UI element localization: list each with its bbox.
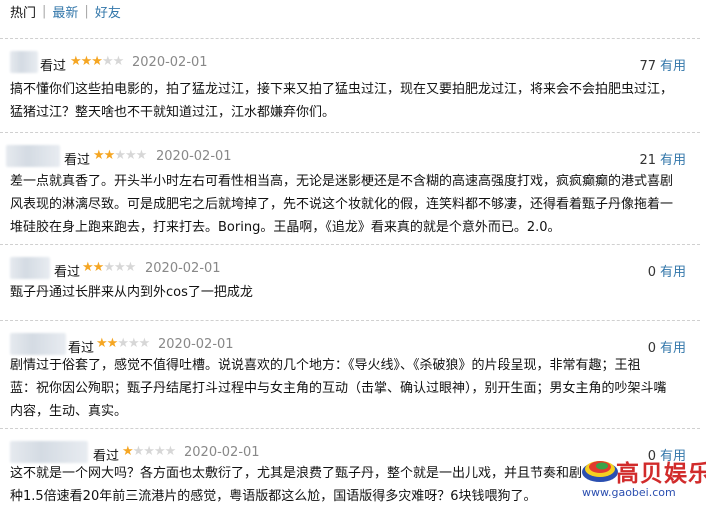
review-meta: 看过 ★★★★★ 2020-02-01 21 有用 (0, 143, 700, 168)
review-meta: 看过 ★★★★★ 2020-02-01 0 有用 (0, 255, 700, 280)
review-text: 差一点就真香了。开头半小时左右可看性相当高，无论是迷影梗还是不含糊的高速高强度打… (10, 170, 682, 239)
gaobei-watermark-logo: 高贝娱乐 www.gaobei.com (580, 450, 706, 508)
star-empty-icon: ★★★ (117, 336, 150, 351)
review-text: 剧情过于俗套了，感觉不值得吐槽。说说喜欢的几个地方：《导火线》、《杀破狼》的片段… (10, 354, 682, 423)
useful-label: 有用 (659, 59, 686, 74)
user-avatar-blurred[interactable] (6, 145, 60, 167)
review-text-line: 内容，生动、真实。 (10, 404, 128, 419)
tab-latest[interactable]: 最新 (52, 2, 78, 21)
review-item: 看过 ★★★★★ 2020-02-01 0 有用 剧情过于俗套了，感觉不值得吐槽。… (0, 320, 700, 423)
watermark-name: 高贝娱乐 (616, 460, 706, 487)
user-avatar-blurred[interactable] (10, 51, 38, 73)
review-text-line: 差一点就真香了。开头半小时左右可看性相当高，无论是迷影梗还是不含糊的高速高强度打… (10, 174, 674, 189)
star-empty-icon: ★★★ (103, 260, 136, 275)
review-text-line: 风表现的淋漓尽致。可是成肥宅之后就垮掉了，先不说这个妆就化的假，连笑料都不够凄，… (10, 197, 674, 212)
review-item: 看过 ★★★★★ 2020-02-01 0 有用 甄子丹通过长胖来从内到外cos了… (0, 244, 700, 315)
rainbow-swirl-icon (582, 461, 618, 482)
star-filled-icon: ★★ (82, 260, 104, 275)
review-date: 2020-02-01 (132, 55, 208, 70)
useful-count: 21 (639, 153, 656, 168)
watermark-url: www.gaobei.com (582, 486, 676, 499)
seen-label: 看过 (64, 153, 91, 168)
review-meta: 看过 ★★★★★ 2020-02-01 0 有用 (0, 331, 700, 356)
review-date: 2020-02-01 (184, 445, 260, 460)
star-filled-icon: ★★ (93, 148, 115, 163)
rating-stars: ★★★★★ (122, 444, 177, 459)
useful-vote-button[interactable]: 21 有用 (639, 149, 686, 168)
review-item: 看过 ★★★★★ 2020-02-01 77 有用 搞不懂你们这些拍电影的，拍了猛… (0, 38, 700, 127)
useful-count: 0 (647, 265, 656, 280)
review-text-line: 甄子丹通过长胖来从内到外cos了一把成龙 (10, 285, 253, 300)
user-avatar-blurred[interactable] (10, 257, 50, 279)
user-avatar-blurred[interactable] (10, 333, 66, 355)
review-text: 搞不懂你们这些拍电影的，拍了猛龙过江，接下来又拍了猛虫过江，现在又要拍肥龙过江，… (10, 78, 682, 124)
rating-stars: ★★★★★ (96, 336, 150, 351)
review-text-line: 猛猪过江？整天啥也不干就知道过江，江水都嫌弃你们。 (10, 105, 336, 120)
star-filled-icon: ★ (122, 444, 134, 459)
review-text-line: 蓝：祝你因公殉职；甄子丹结尾打斗过程中与女主角的互动（击掌、确认过眼神），别开生… (10, 381, 667, 396)
review-filter-tabs: 热门 | 最新 | 好友 (10, 2, 121, 21)
review-meta: 看过 ★★★★★ 2020-02-01 77 有用 (0, 49, 700, 74)
tab-friends[interactable]: 好友 (95, 2, 121, 21)
star-filled-icon: ★★ (96, 336, 118, 351)
useful-label: 有用 (659, 265, 686, 280)
tab-separator: | (84, 3, 89, 19)
useful-vote-button[interactable]: 0 有用 (648, 261, 686, 280)
seen-label: 看过 (54, 265, 81, 280)
star-empty-icon: ★★★ (114, 148, 147, 163)
star-filled-icon: ★★★ (70, 54, 103, 69)
useful-label: 有用 (659, 153, 686, 168)
rating-stars: ★★★★★ (70, 54, 124, 69)
review-text: 甄子丹通过长胖来从内到外cos了一把成龙 (10, 281, 682, 304)
star-empty-icon: ★★ (101, 54, 124, 69)
review-date: 2020-02-01 (145, 261, 221, 276)
review-item: 看过 ★★★★★ 2020-02-01 21 有用 差一点就真香了。开头半小时左右… (0, 132, 700, 239)
review-text-line: 搞不懂你们这些拍电影的，拍了猛龙过江，接下来又拍了猛虫过江，现在又要拍肥龙过江，… (10, 82, 674, 97)
review-text-line: 堆硅胶在身上跑来跑去，打来打去。Boring。王晶啊，《追龙》看来真的就是个意外… (10, 220, 561, 235)
rating-stars: ★★★★★ (93, 148, 147, 163)
rating-stars: ★★★★★ (82, 260, 136, 275)
useful-vote-button[interactable]: 77 有用 (639, 55, 686, 74)
star-empty-icon: ★★★★ (132, 444, 177, 459)
seen-label: 看过 (40, 59, 67, 74)
review-date: 2020-02-01 (156, 149, 232, 164)
useful-count: 77 (639, 59, 656, 74)
tab-hot[interactable]: 热门 (10, 2, 36, 21)
user-avatar-blurred[interactable] (10, 441, 88, 463)
review-date: 2020-02-01 (158, 337, 234, 352)
tab-separator: | (42, 3, 47, 19)
review-text-line: 剧情过于俗套了，感觉不值得吐槽。说说喜欢的几个地方：《导火线》、《杀破狼》的片段… (10, 358, 641, 373)
